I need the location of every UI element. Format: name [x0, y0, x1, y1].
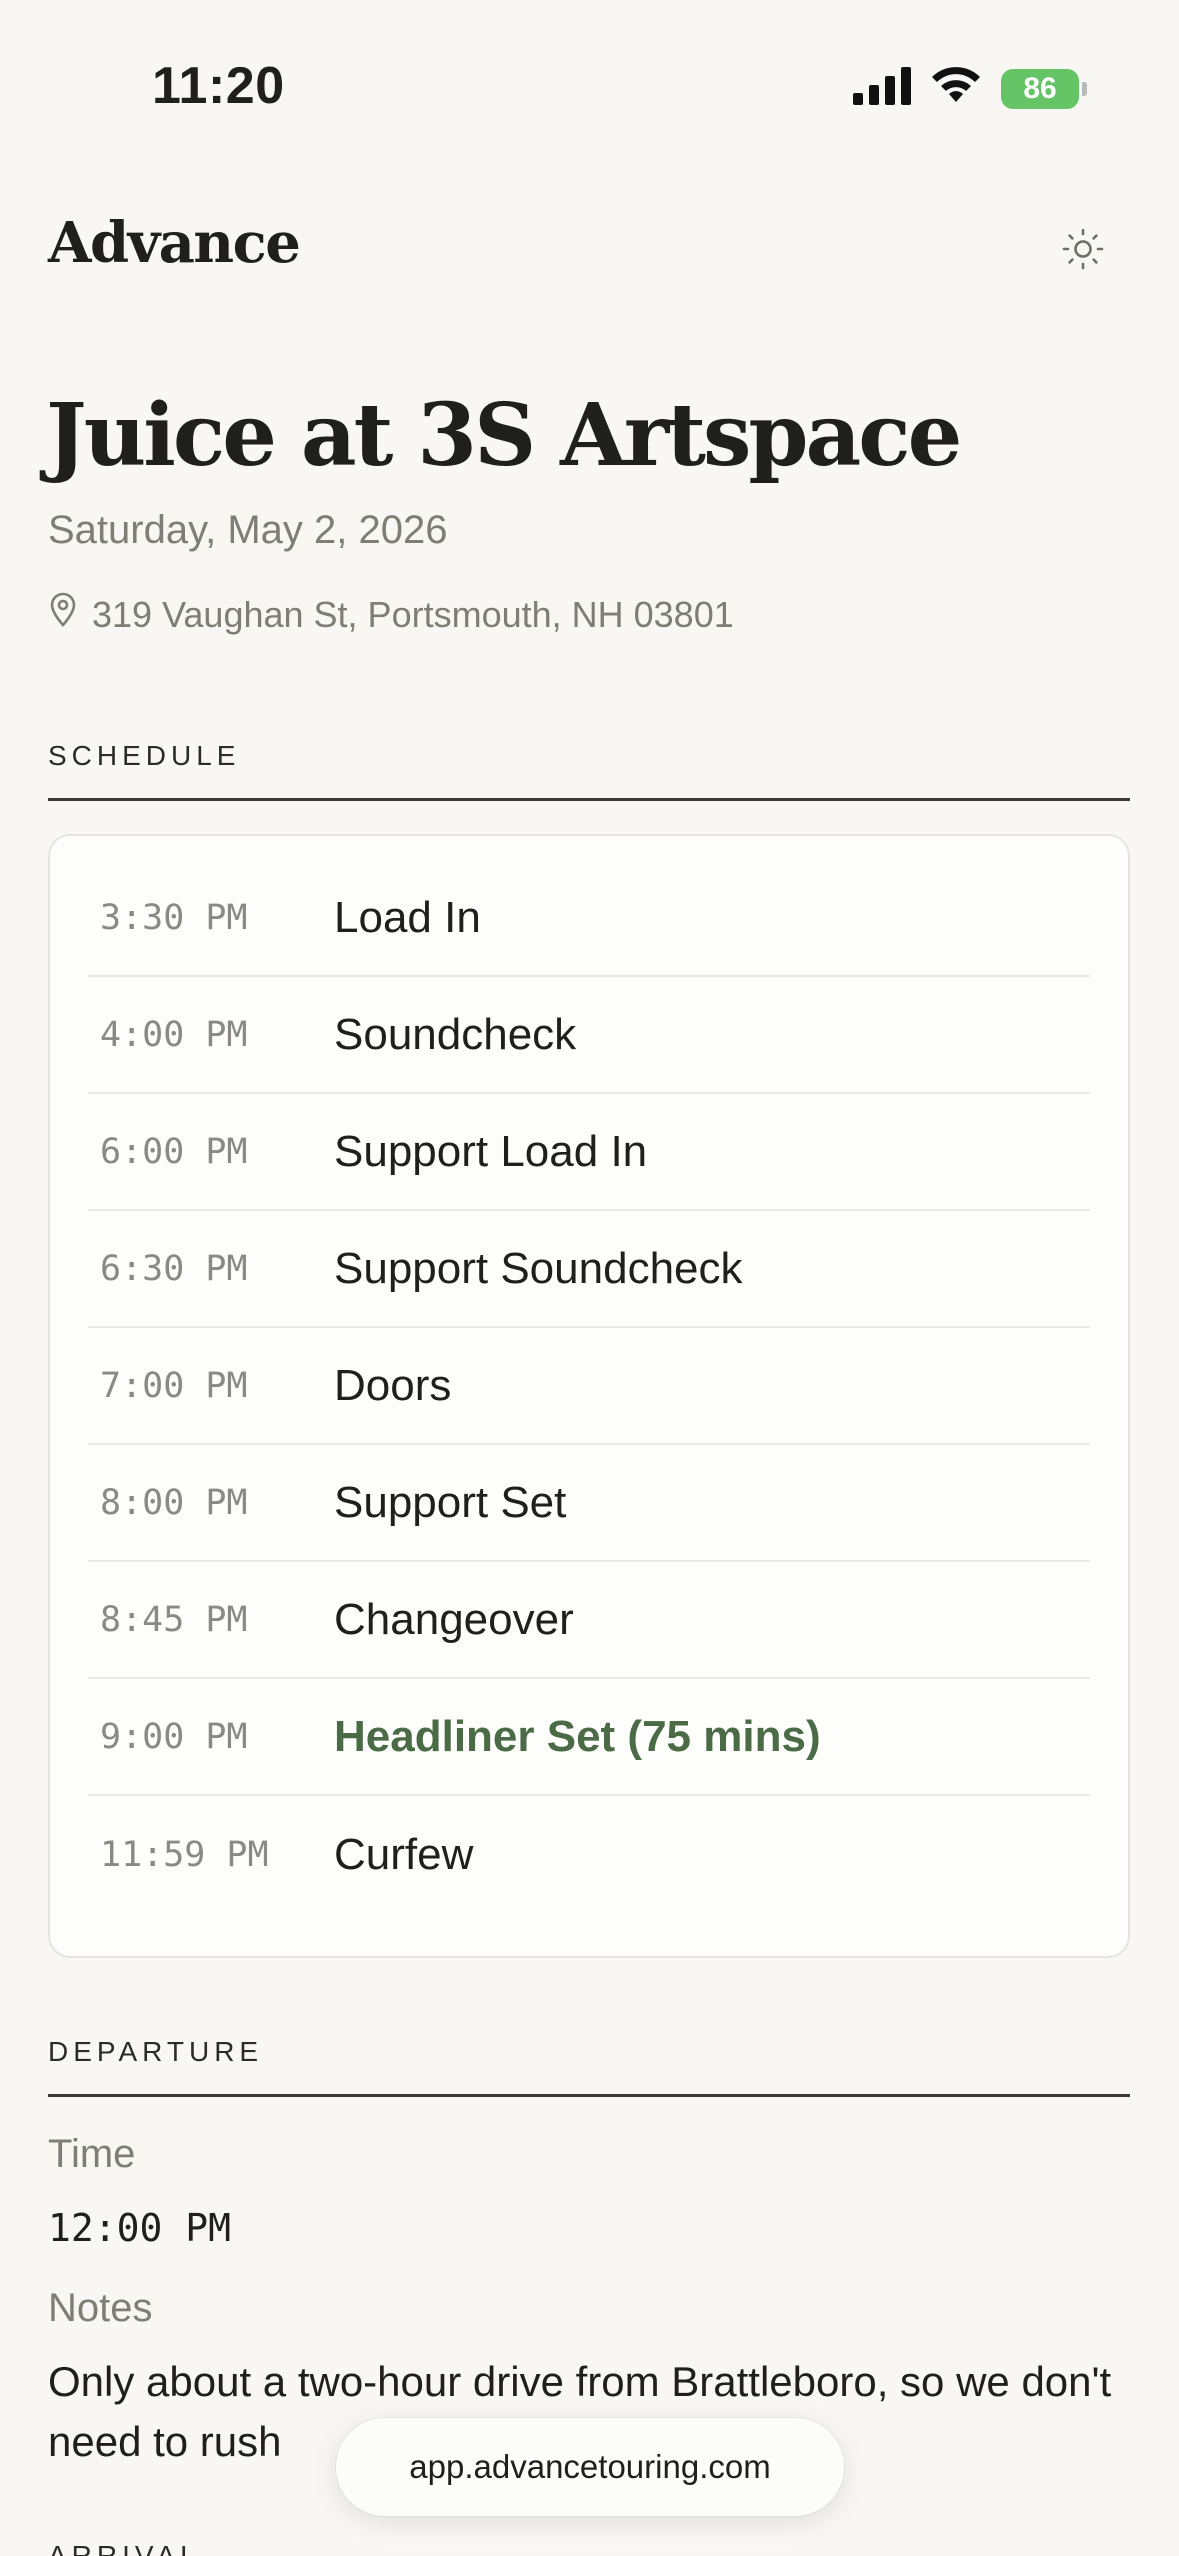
- schedule-row: 9:00 PM Headliner Set (75 mins): [88, 1679, 1090, 1796]
- schedule-time: 4:00 PM: [100, 1014, 248, 1055]
- schedule-row: 4:00 PM Soundcheck: [88, 977, 1090, 1094]
- status-bar: 11:20 86: [0, 0, 1179, 175]
- schedule-card: 3:30 PM Load In 4:00 PM Soundcheck 6:00 PM Su…: [48, 834, 1130, 1958]
- departure-notes-label: Notes: [48, 2286, 153, 2330]
- event-address[interactable]: 319 Vaughan St, Portsmouth, NH 03801: [48, 592, 734, 637]
- schedule-time: 9:00 PM: [100, 1716, 248, 1757]
- schedule-item-label: Doors: [334, 1360, 452, 1410]
- status-icons: 86: [853, 66, 1087, 111]
- sun-icon: [1061, 227, 1105, 276]
- departure-time-value: 12:00 PM: [48, 2206, 232, 2250]
- event-address-text: 319 Vaughan St, Portsmouth, NH 03801: [92, 593, 734, 635]
- schedule-time: 8:00 PM: [100, 1482, 248, 1523]
- schedule-time: 11:59 PM: [100, 1834, 269, 1875]
- schedule-row: 3:30 PM Load In: [88, 860, 1090, 977]
- schedule-item-label: Load In: [334, 892, 481, 942]
- schedule-row: 11:59 PM Curfew: [88, 1796, 1090, 1913]
- schedule-item-label: Support Load In: [334, 1126, 648, 1176]
- schedule-time: 6:00 PM: [100, 1131, 248, 1172]
- schedule-section-label: SCHEDULE: [48, 740, 241, 771]
- schedule-item-label: Support Soundcheck: [334, 1243, 743, 1293]
- schedule-row: 6:00 PM Support Load In: [88, 1094, 1090, 1211]
- departure-divider: [48, 2094, 1130, 2097]
- battery-charging-icon: 86: [1001, 68, 1087, 109]
- battery-level: 86: [1023, 71, 1057, 105]
- schedule-item-label: Changeover: [334, 1594, 574, 1644]
- schedule-item-label: Curfew: [334, 1829, 474, 1879]
- theme-toggle-button[interactable]: [1050, 218, 1116, 284]
- cellular-signal-icon: [853, 67, 911, 110]
- schedule-item-label: Soundcheck: [334, 1009, 577, 1059]
- status-time: 11:20: [152, 57, 285, 115]
- departure-section-label: DEPARTURE: [48, 2036, 264, 2067]
- browser-url-pill[interactable]: app.advancetouring.com: [336, 2418, 844, 2516]
- schedule-row: 8:45 PM Changeover: [88, 1562, 1090, 1679]
- departure-time-label: Time: [48, 2132, 136, 2176]
- schedule-time: 7:00 PM: [100, 1365, 248, 1406]
- arrival-section-label: ARRIVAL: [48, 2540, 201, 2556]
- schedule-item-headliner: Headliner Set (75 mins): [334, 1711, 821, 1761]
- schedule-row: 7:00 PM Doors: [88, 1328, 1090, 1445]
- schedule-item-label: Support Set: [334, 1477, 567, 1527]
- schedule-divider: [48, 798, 1130, 801]
- schedule-time: 3:30 PM: [100, 897, 248, 938]
- app-brand-logo[interactable]: Advance: [48, 210, 301, 276]
- event-date: Saturday, May 2, 2026: [48, 508, 448, 552]
- schedule-time: 6:30 PM: [100, 1248, 248, 1289]
- schedule-row: 6:30 PM Support Soundcheck: [88, 1211, 1090, 1328]
- event-title: Juice at 3S Artspace: [46, 385, 962, 486]
- schedule-row: 8:00 PM Support Set: [88, 1445, 1090, 1562]
- map-pin-icon: [48, 592, 78, 637]
- wifi-icon: [929, 66, 983, 111]
- schedule-time: 8:45 PM: [100, 1599, 248, 1640]
